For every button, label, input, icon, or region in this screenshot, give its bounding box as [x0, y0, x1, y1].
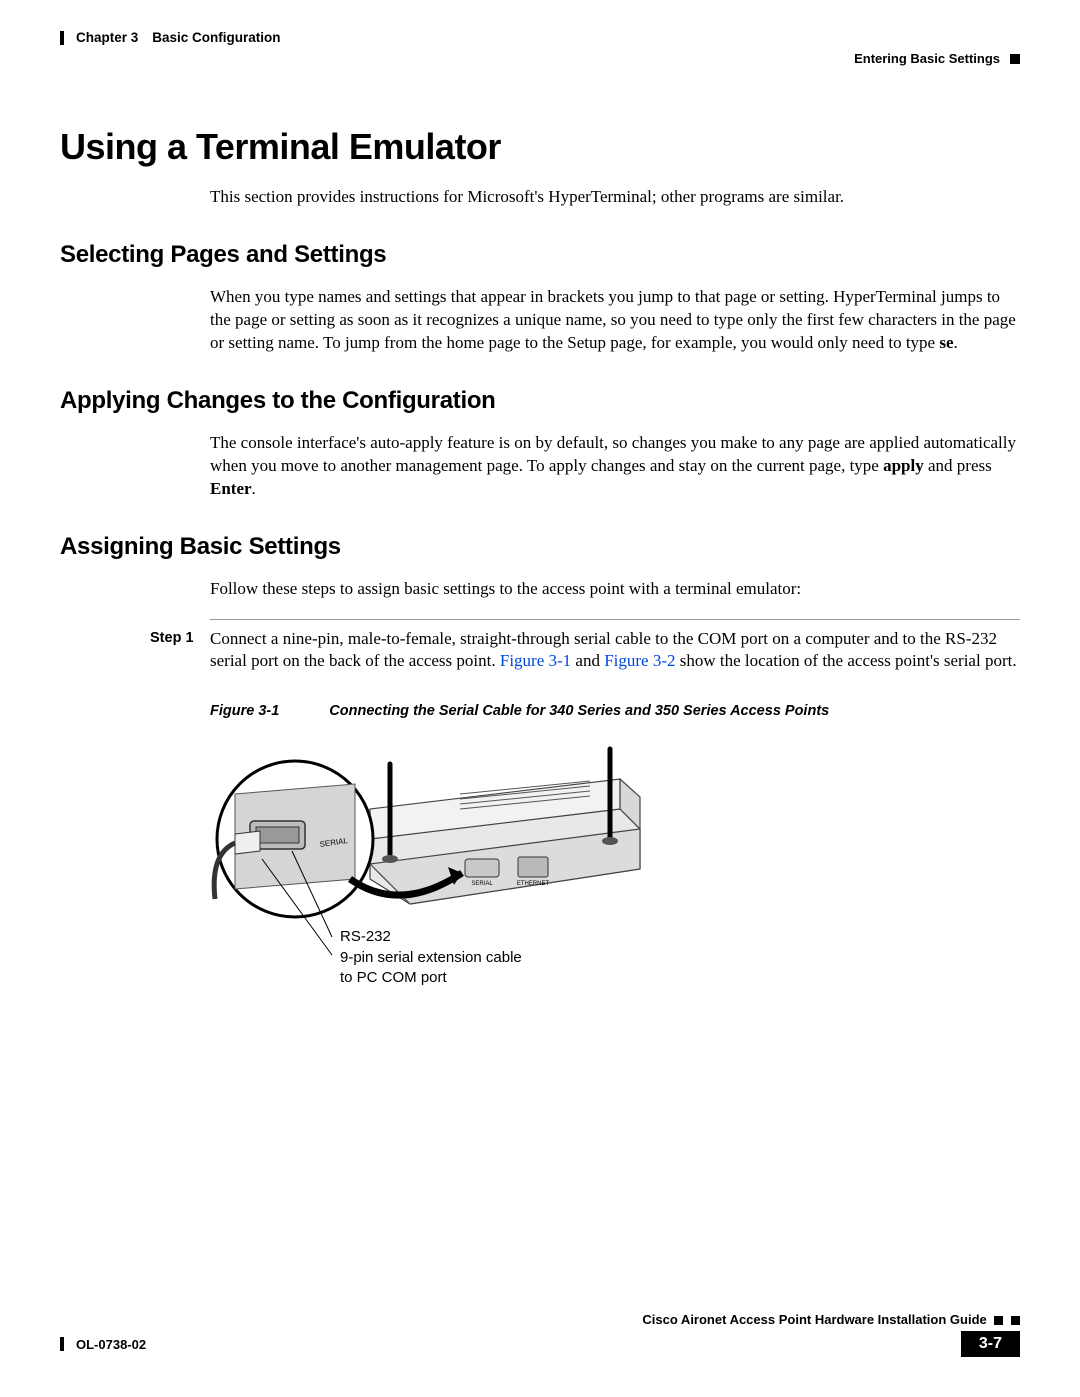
figure-illustration: SERIAL ETHERNET SERIAL [210, 739, 650, 979]
svg-text:SERIAL: SERIAL [471, 881, 493, 887]
chapter-title: Basic Configuration [152, 30, 280, 45]
header-square-icon [1010, 54, 1020, 64]
figure-callout-rs232: RS-232 [340, 927, 530, 947]
step-row-1: Step 1 Connect a nine-pin, male-to-femal… [60, 628, 1020, 674]
page-title: Using a Terminal Emulator [60, 126, 1020, 168]
chapter-number: Chapter 3 [76, 30, 138, 45]
applying-paragraph: The console interface's auto-apply featu… [210, 432, 1020, 501]
section-heading-applying: Applying Changes to the Configuration [60, 387, 1020, 415]
page-number: 3-7 [961, 1331, 1020, 1357]
step-label: Step 1 [60, 628, 210, 674]
figure-callout-cable: 9-pin serial extension cable to PC COM p… [340, 948, 530, 989]
step-divider [210, 619, 1020, 620]
figure-ref-link[interactable]: Figure 3-2 [604, 651, 675, 670]
assigning-intro: Follow these steps to assign basic setti… [210, 578, 1020, 601]
figure-title: Connecting the Serial Cable for 340 Seri… [329, 703, 829, 719]
section-name: Entering Basic Settings [854, 51, 1000, 66]
section-heading-assigning: Assigning Basic Settings [60, 533, 1020, 561]
figure-label: Figure 3-1 [210, 703, 279, 719]
footer-accent-bar [60, 1337, 64, 1351]
running-header-right: Entering Basic Settings [60, 51, 1020, 66]
footer-guide-title: Cisco Aironet Access Point Hardware Inst… [60, 1312, 1020, 1327]
footer-square-icon [994, 1316, 1003, 1325]
footer-square-icon [1011, 1316, 1020, 1325]
figure-ref-link[interactable]: Figure 3-1 [500, 651, 571, 670]
svg-text:ETHERNET: ETHERNET [517, 881, 550, 887]
running-header: Chapter 3 Basic Configuration [60, 30, 1020, 45]
footer-doc-id: OL-0738-02 [76, 1337, 146, 1352]
header-accent-bar [60, 31, 64, 45]
intro-paragraph: This section provides instructions for M… [210, 186, 1020, 209]
page-footer: Cisco Aironet Access Point Hardware Inst… [60, 1312, 1020, 1357]
step-text: Connect a nine-pin, male-to-female, stra… [210, 628, 1020, 674]
figure-block: Figure 3-1 Connecting the Serial Cable fo… [210, 703, 1020, 979]
figure-caption: Figure 3-1 Connecting the Serial Cable fo… [210, 703, 1020, 719]
section-heading-selecting: Selecting Pages and Settings [60, 241, 1020, 269]
selecting-paragraph: When you type names and settings that ap… [210, 286, 1020, 355]
